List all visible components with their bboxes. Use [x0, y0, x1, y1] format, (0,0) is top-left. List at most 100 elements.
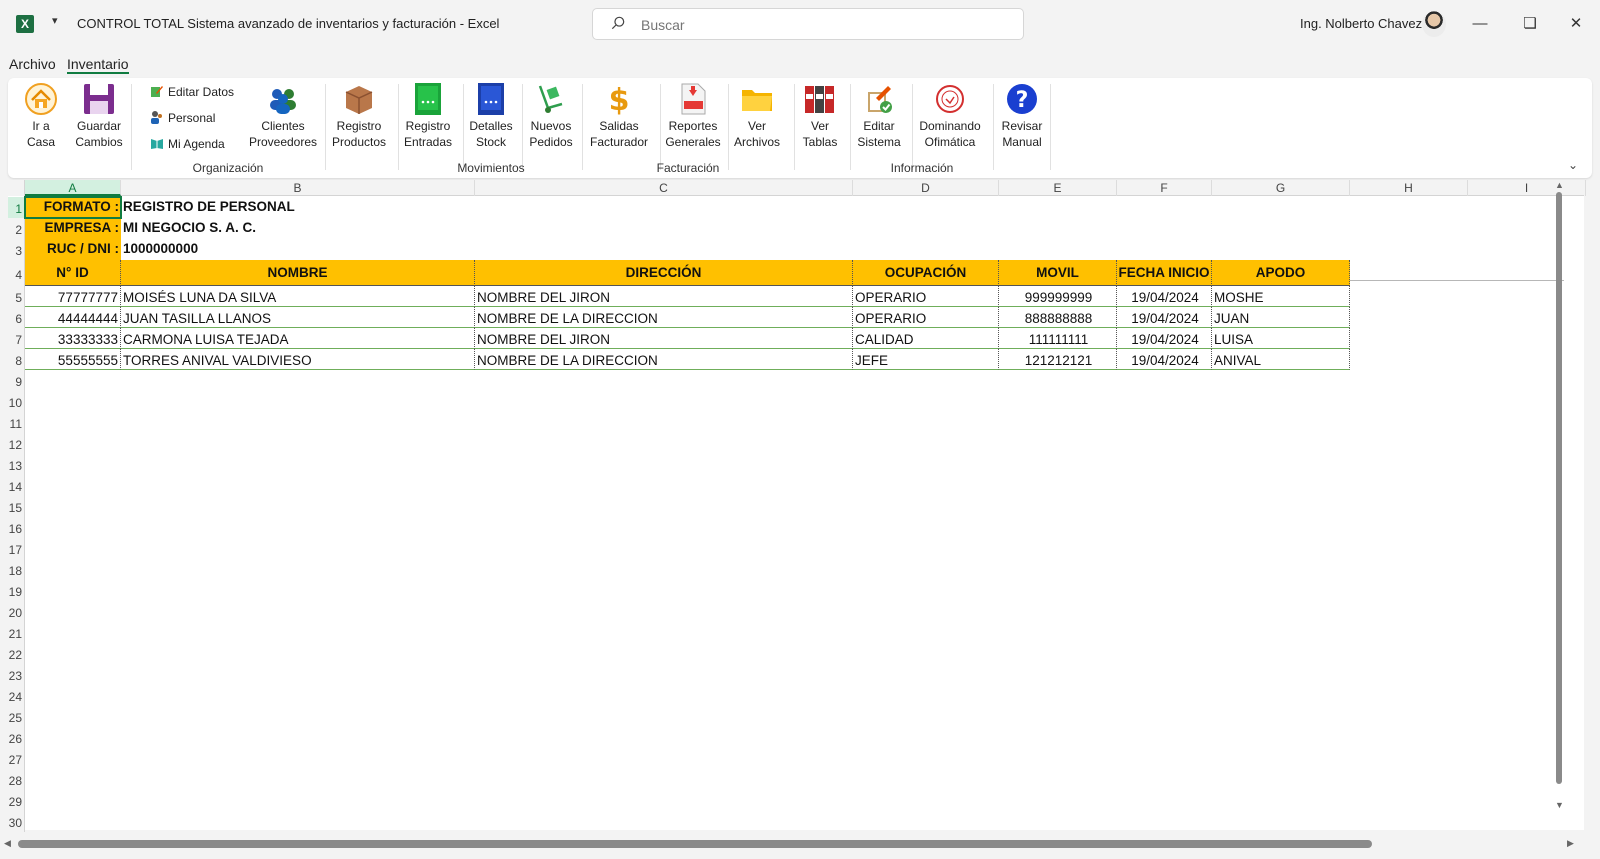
row-header[interactable]: 15	[8, 496, 25, 517]
table-header-id[interactable]: N° ID	[25, 260, 121, 286]
row-header[interactable]: 1	[8, 197, 25, 218]
detalles-stock-button[interactable]: Detalles Stock	[466, 82, 516, 152]
empresa-value[interactable]: MI NEGOCIO S. A. C.	[121, 218, 475, 239]
scroll-down-icon[interactable]: ▼	[1555, 800, 1564, 810]
row-header[interactable]: 28	[8, 769, 25, 790]
collapse-ribbon-chevron-icon[interactable]: ⌄	[1568, 158, 1578, 172]
row-header[interactable]: 26	[8, 727, 25, 748]
tab-archivo[interactable]: Archivo	[9, 56, 56, 72]
editar-datos-button[interactable]: Editar Datos	[150, 84, 234, 104]
dominando-ofimatica-button[interactable]: Dominando Ofimática	[916, 82, 984, 152]
guardar-cambios-button[interactable]: Guardar Cambios	[72, 82, 126, 152]
minimize-icon[interactable]: —	[1468, 12, 1492, 36]
ruc-dni-label[interactable]: RUC / DNI :	[25, 239, 121, 260]
scroll-right-icon[interactable]: ▶	[1567, 838, 1574, 849]
table-header-nombre[interactable]: NOMBRE	[121, 260, 475, 286]
row-header[interactable]: 20	[8, 601, 25, 622]
row-header[interactable]: 9	[8, 370, 25, 391]
excel-app-icon[interactable]: X	[16, 15, 34, 33]
personal-button[interactable]: Personal	[150, 110, 215, 130]
tab-inventario[interactable]: Inventario	[67, 56, 128, 72]
select-all-corner[interactable]	[8, 180, 25, 196]
row-header[interactable]: 12	[8, 433, 25, 454]
vertical-scrollbar[interactable]: ▲ ▼	[1553, 180, 1565, 816]
scroll-up-icon[interactable]: ▲	[1555, 180, 1564, 190]
quick-access-chevron-icon[interactable]: ▾	[52, 14, 58, 27]
registro-productos-button[interactable]: Registro Productos	[330, 82, 388, 152]
row-header[interactable]: 10	[8, 391, 25, 412]
restore-icon[interactable]: ❏	[1518, 12, 1542, 36]
table-nombre-cell[interactable]: TORRES ANIVAL VALDIVIESO	[121, 349, 475, 370]
table-direccion-cell[interactable]: NOMBRE DEL JIRON	[475, 286, 853, 307]
row-header[interactable]: 4	[8, 260, 25, 286]
table-ocupacion-cell[interactable]: OPERARIO	[853, 286, 999, 307]
search-box[interactable]	[592, 8, 1024, 40]
table-ocupacion-cell[interactable]: OPERARIO	[853, 307, 999, 328]
table-apodo-cell[interactable]: JUAN	[1212, 307, 1350, 328]
column-header-c[interactable]: C	[475, 180, 853, 196]
vertical-scroll-thumb[interactable]	[1556, 192, 1562, 784]
table-ocupacion-cell[interactable]: CALIDAD	[853, 328, 999, 349]
column-header-e[interactable]: E	[999, 180, 1117, 196]
row-header[interactable]: 19	[8, 580, 25, 601]
table-fecha-inicio-cell[interactable]: 19/04/2024	[1117, 307, 1212, 328]
table-id-cell[interactable]: 55555555	[25, 349, 121, 370]
column-header-a[interactable]: A	[25, 180, 121, 196]
row-header[interactable]: 21	[8, 622, 25, 643]
ruc-dni-value[interactable]: 1000000000	[121, 239, 475, 260]
ir-a-casa-button[interactable]: Ir a Casa	[20, 82, 62, 152]
scroll-left-icon[interactable]: ◀	[4, 838, 11, 849]
table-fecha-inicio-cell[interactable]: 19/04/2024	[1117, 349, 1212, 370]
row-header[interactable]: 16	[8, 517, 25, 538]
row-header[interactable]: 30	[8, 811, 25, 832]
table-apodo-cell[interactable]: ANIVAL	[1212, 349, 1350, 370]
user-name[interactable]: Ing. Nolberto Chavez	[1300, 16, 1422, 31]
row-header[interactable]: 11	[8, 412, 25, 433]
table-apodo-cell[interactable]: MOSHE	[1212, 286, 1350, 307]
row-header[interactable]: 17	[8, 538, 25, 559]
table-header-ocupacion[interactable]: OCUPACIÓN	[853, 260, 999, 286]
row-header[interactable]: 3	[8, 239, 25, 260]
row-header[interactable]: 5	[8, 286, 25, 307]
row-header[interactable]: 29	[8, 790, 25, 811]
table-direccion-cell[interactable]: NOMBRE DE LA DIRECCION	[475, 307, 853, 328]
table-fecha-inicio-cell[interactable]: 19/04/2024	[1117, 286, 1212, 307]
row-header[interactable]: 23	[8, 664, 25, 685]
clientes-proveedores-button[interactable]: Clientes Proveedores	[248, 82, 318, 152]
table-ocupacion-cell[interactable]: JEFE	[853, 349, 999, 370]
table-movil-cell[interactable]: 999999999	[999, 286, 1117, 307]
column-header-h[interactable]: H	[1350, 180, 1468, 196]
table-header-apodo[interactable]: APODO	[1212, 260, 1350, 286]
row-header[interactable]: 22	[8, 643, 25, 664]
table-id-cell[interactable]: 33333333	[25, 328, 121, 349]
row-header[interactable]: 18	[8, 559, 25, 580]
table-id-cell[interactable]: 44444444	[25, 307, 121, 328]
table-id-cell[interactable]: 77777777	[25, 286, 121, 307]
row-header[interactable]: 14	[8, 475, 25, 496]
horizontal-scroll-thumb[interactable]	[18, 840, 1372, 848]
column-header-g[interactable]: G	[1212, 180, 1350, 196]
column-header-d[interactable]: D	[853, 180, 999, 196]
empresa-label[interactable]: EMPRESA :	[25, 218, 121, 239]
salidas-facturador-button[interactable]: $ Salidas Facturador	[586, 82, 652, 152]
row-header[interactable]: 27	[8, 748, 25, 769]
table-direccion-cell[interactable]: NOMBRE DEL JIRON	[475, 328, 853, 349]
table-movil-cell[interactable]: 121212121	[999, 349, 1117, 370]
row-header[interactable]: 13	[8, 454, 25, 475]
table-header-movil[interactable]: MOVIL	[999, 260, 1117, 286]
search-input[interactable]	[641, 17, 1001, 33]
column-header-f[interactable]: F	[1117, 180, 1212, 196]
reportes-generales-button[interactable]: Reportes Generales	[664, 82, 722, 152]
table-fecha-inicio-cell[interactable]: 19/04/2024	[1117, 328, 1212, 349]
table-nombre-cell[interactable]: JUAN TASILLA LLANOS	[121, 307, 475, 328]
table-header-direccion[interactable]: DIRECCIÓN	[475, 260, 853, 286]
close-icon[interactable]: ✕	[1564, 12, 1588, 36]
formato-value[interactable]: REGISTRO DE PERSONAL	[121, 197, 475, 218]
ver-tablas-button[interactable]: Ver Tablas	[798, 82, 842, 152]
column-header-i[interactable]: I	[1468, 180, 1586, 196]
horizontal-scrollbar[interactable]: ◀ ▶	[4, 837, 1574, 849]
revisar-manual-button[interactable]: ? Revisar Manual	[998, 82, 1046, 152]
row-header[interactable]: 7	[8, 328, 25, 349]
editar-sistema-button[interactable]: Editar Sistema	[854, 82, 904, 152]
table-apodo-cell[interactable]: LUISA	[1212, 328, 1350, 349]
